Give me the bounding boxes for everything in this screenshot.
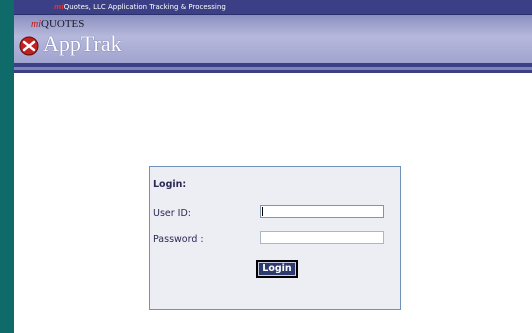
userid-field[interactable] xyxy=(260,205,384,218)
userid-label: User ID: xyxy=(153,208,191,219)
app-frame: miQuotes, LLC Application Tracking & Pro… xyxy=(14,0,532,333)
text-cursor xyxy=(262,207,263,216)
top-bar: miQuotes, LLC Application Tracking & Pro… xyxy=(14,0,532,15)
password-label: Password : xyxy=(153,234,204,245)
login-heading: Login: xyxy=(153,179,187,190)
password-field[interactable] xyxy=(260,231,384,244)
header-tagline: miQuotes, LLC Application Tracking & Pro… xyxy=(54,0,226,14)
login-panel: Login: User ID: Password : Login xyxy=(149,166,401,310)
tagline-text: Quotes, LLC Application Tracking & Proce… xyxy=(63,3,226,11)
miquotes-logo-icon xyxy=(19,36,39,56)
header-divider xyxy=(14,70,532,73)
tagline-brand: mi xyxy=(54,3,64,11)
login-button[interactable]: Login xyxy=(256,260,298,278)
app-title: AppTrak xyxy=(43,31,122,56)
logo-small-text: QUOTES xyxy=(41,18,85,30)
logo-wordmark-small: miQUOTES xyxy=(31,18,84,31)
logo-prefix: mi xyxy=(31,19,41,30)
